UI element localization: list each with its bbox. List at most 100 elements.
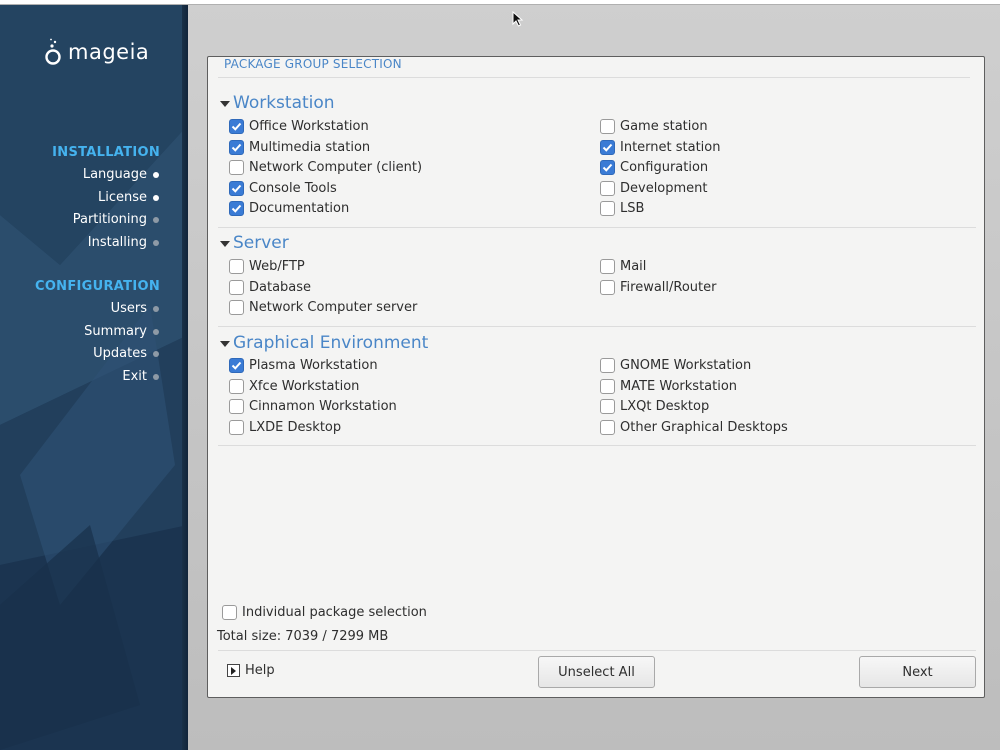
checkbox-box (229, 119, 244, 134)
checkbox-box (600, 139, 615, 155)
option-checkbox-firewall-router[interactable]: Firewall/Router (600, 279, 717, 295)
option-checkbox-web-ftp[interactable]: Web/FTP (229, 259, 305, 274)
help-label: Help (245, 663, 275, 678)
step-status-dot-icon (153, 373, 159, 380)
check-icon (231, 204, 242, 213)
group-title: Server (233, 233, 289, 253)
group-divider (218, 326, 976, 327)
collapse-triangle-icon (220, 100, 230, 107)
mouse-cursor-icon (512, 11, 524, 27)
option-checkbox-network-computer-client[interactable]: Network Computer (client) (229, 160, 422, 175)
option-checkbox-plasma-workstation[interactable]: Plasma Workstation (229, 358, 378, 373)
option-label: Cinnamon Workstation (249, 399, 397, 414)
group-header-server[interactable]: Server (220, 233, 289, 253)
option-checkbox-multimedia-station[interactable]: Multimedia station (229, 139, 370, 155)
total-size: Total size: 7039 / 7299 MB (217, 629, 389, 644)
checkbox-box (600, 378, 615, 394)
option-checkbox-gnome-workstation[interactable]: GNOME Workstation (600, 358, 751, 373)
checkbox-box (229, 419, 244, 435)
checkbox-box (229, 259, 244, 274)
group-title: Graphical Environment (233, 333, 429, 353)
option-checkbox-xfce-workstation[interactable]: Xfce Workstation (229, 378, 360, 394)
option-checkbox-documentation[interactable]: Documentation (229, 201, 349, 216)
next-button[interactable]: Next (859, 656, 976, 688)
option-checkbox-console-tools[interactable]: Console Tools (229, 180, 337, 196)
step-status-dot-icon (153, 306, 159, 312)
option-checkbox-cinnamon-workstation[interactable]: Cinnamon Workstation (229, 399, 397, 414)
option-label: Console Tools (249, 180, 337, 196)
option-label: Firewall/Router (620, 279, 717, 295)
help-play-icon (227, 664, 240, 677)
sidebar-edge (182, 5, 188, 750)
panel-title: PACKAGE GROUP SELECTION (224, 57, 402, 71)
check-icon (602, 163, 613, 172)
step-status-dot-icon (153, 239, 159, 246)
checkbox-box (600, 279, 615, 295)
option-label: GNOME Workstation (620, 358, 752, 373)
option-label: Web/FTP (249, 259, 305, 274)
checkbox-box (229, 201, 244, 216)
unselect-all-button[interactable]: Unselect All (538, 656, 655, 688)
installation-heading: INSTALLATION (52, 145, 160, 160)
package-group-panel: PACKAGE GROUP SELECTION Individual packa… (207, 56, 985, 698)
option-checkbox-lxqt-desktop[interactable]: LXQt Desktop (600, 399, 709, 414)
step-status-dot-icon (153, 351, 159, 357)
option-checkbox-network-computer-server[interactable]: Network Computer server (229, 300, 417, 315)
option-checkbox-database[interactable]: Database (229, 279, 312, 295)
option-label: MATE Workstation (620, 378, 738, 394)
group-title: Workstation (233, 93, 335, 113)
mageia-logo: mageia (44, 35, 149, 69)
option-checkbox-lsb[interactable]: LSB (600, 201, 644, 216)
checkbox-box (600, 259, 615, 274)
check-icon (231, 361, 242, 370)
group-header-graphical-environment[interactable]: Graphical Environment (220, 333, 428, 353)
sidebar-item-partitioning: Partitioning (72, 212, 147, 227)
option-checkbox-other-graphical-desktops[interactable]: Other Graphical Desktops (600, 419, 788, 435)
group-divider (218, 445, 976, 446)
option-label: Network Computer server (249, 300, 418, 315)
sidebar-item-summary: Summary (84, 323, 147, 339)
checkbox-box (600, 419, 615, 435)
help-button[interactable]: Help (227, 663, 275, 678)
option-label: Configuration (620, 160, 709, 175)
check-icon (231, 184, 242, 193)
checkbox-box (600, 399, 615, 414)
mageia-cauldron-icon (45, 38, 61, 65)
checkbox-box (229, 160, 244, 175)
collapse-triangle-icon (220, 340, 230, 347)
checkbox-box (600, 358, 615, 373)
checkbox-box (229, 139, 244, 155)
group-divider (218, 227, 976, 228)
checkbox-box (222, 605, 237, 620)
step-status-dot-icon (153, 328, 159, 335)
sidebar-item-updates: Updates (93, 346, 147, 361)
option-label: Database (249, 279, 312, 295)
step-status-dot-icon (153, 194, 159, 201)
option-checkbox-lxde-desktop[interactable]: LXDE Desktop (229, 419, 342, 435)
option-checkbox-mate-workstation[interactable]: MATE Workstation (600, 378, 738, 394)
option-checkbox-office-workstation[interactable]: Office Workstation (229, 119, 369, 134)
option-checkbox-game-station[interactable]: Game station (600, 119, 708, 134)
sidebar-item-license: License (97, 189, 147, 205)
option-checkbox-internet-station[interactable]: Internet station (600, 139, 721, 155)
option-label: Documentation (249, 201, 350, 216)
option-label: LXDE Desktop (249, 419, 342, 435)
bottom-divider (218, 650, 976, 651)
checkbox-box (229, 399, 244, 414)
checkbox-box (600, 201, 615, 216)
option-label: Development (620, 180, 708, 196)
option-label: Xfce Workstation (249, 378, 360, 394)
sidebar-item-users: Users (110, 301, 147, 316)
option-checkbox-mail[interactable]: Mail (600, 259, 646, 274)
option-checkbox-development[interactable]: Development (600, 180, 708, 196)
check-icon (602, 143, 613, 152)
individual-package-selection-checkbox[interactable]: Individual package selection (222, 605, 427, 620)
group-header-workstation[interactable]: Workstation (220, 93, 335, 113)
option-label: Game station (620, 119, 708, 134)
option-label: LXQt Desktop (620, 399, 710, 414)
option-checkbox-configuration[interactable]: Configuration (600, 160, 708, 175)
option-label: Other Graphical Desktops (620, 419, 788, 435)
checkbox-box (229, 279, 244, 295)
step-status-dot-icon (153, 172, 159, 178)
checkbox-box (229, 300, 244, 315)
